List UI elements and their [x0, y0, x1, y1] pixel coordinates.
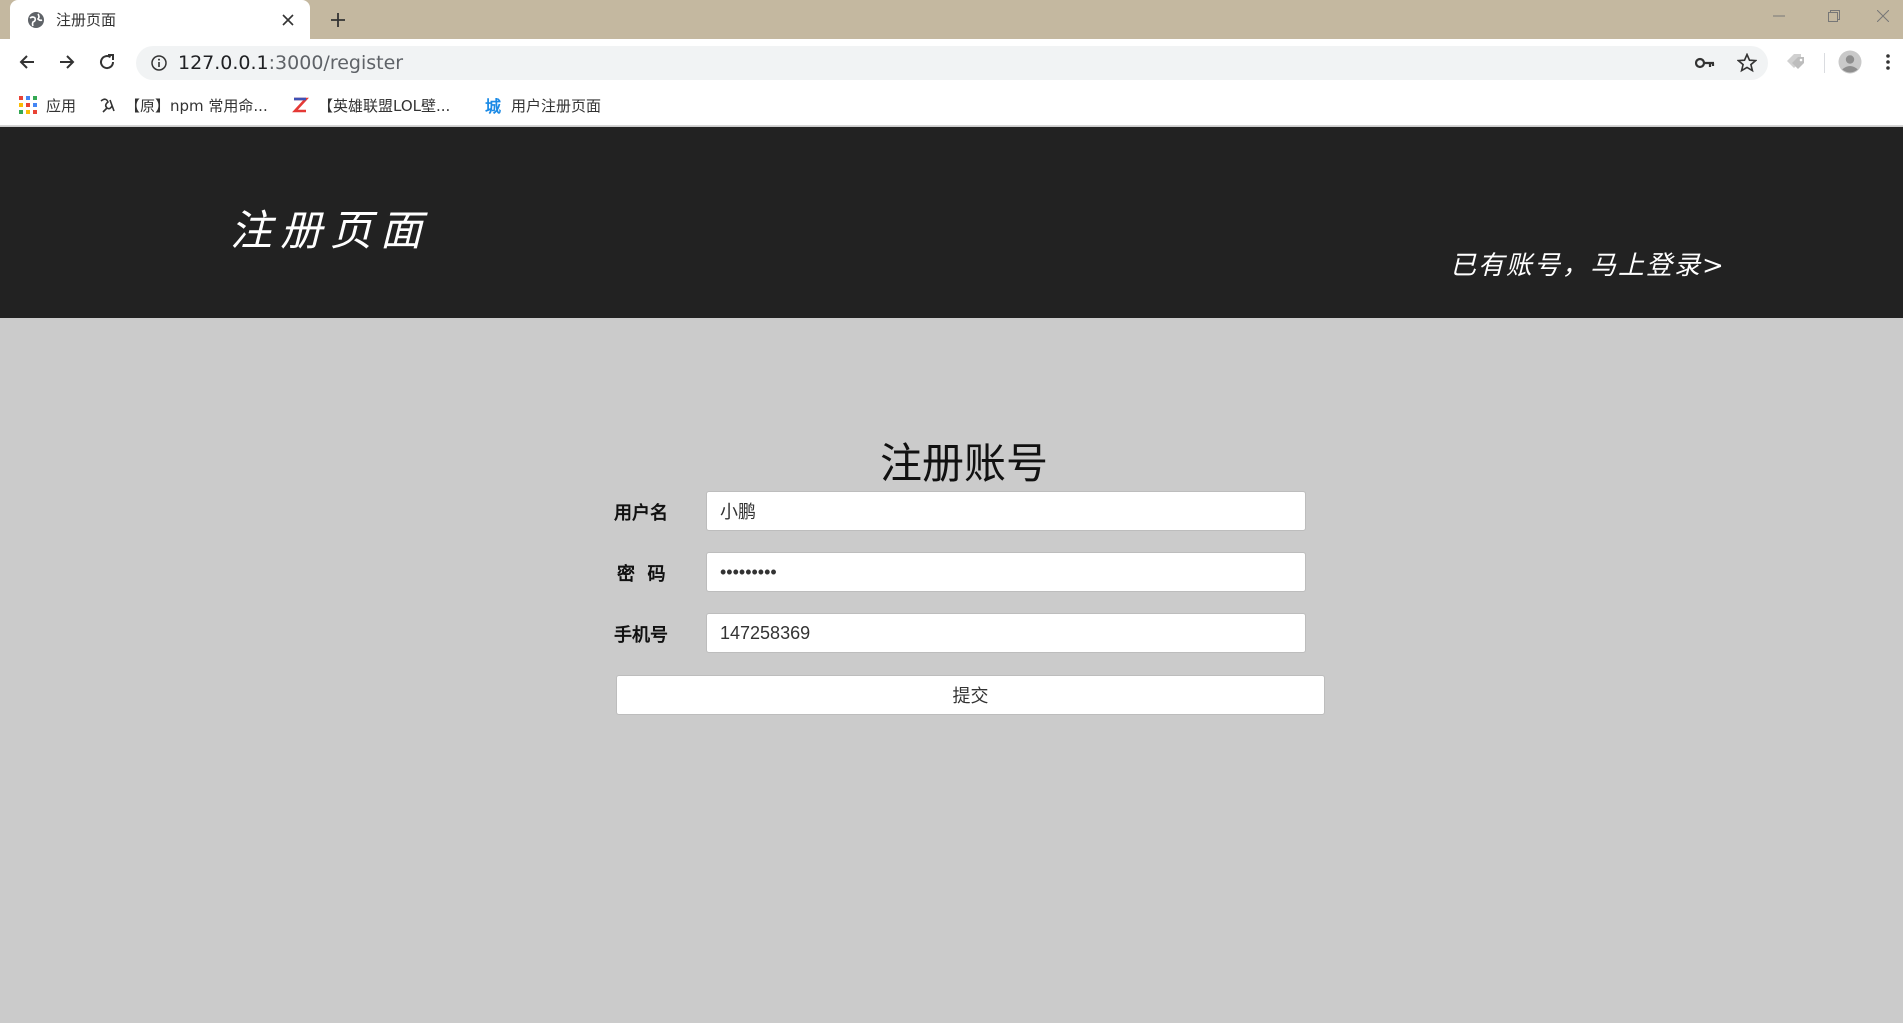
bookmark-apps[interactable]: 应用: [18, 93, 76, 117]
back-icon[interactable]: [11, 46, 43, 78]
password-input[interactable]: [706, 552, 1306, 592]
city-char-icon: 城: [484, 97, 501, 116]
close-window-icon[interactable]: [1862, 0, 1903, 32]
bookmark-label: 【原】npm 常用命...: [125, 96, 268, 115]
url-host: 127.0.0.1: [178, 52, 269, 74]
reload-icon[interactable]: [91, 46, 123, 78]
key-icon[interactable]: [1690, 48, 1720, 78]
username-input[interactable]: [706, 491, 1306, 531]
username-label: 用户名: [614, 503, 668, 524]
menu-kebab-icon[interactable]: [1876, 46, 1900, 78]
address-bar[interactable]: 127.0.0.1:3000/register: [136, 46, 1768, 80]
extension-tag-icon[interactable]: [1780, 46, 1812, 78]
hand-drawn-icon: [97, 95, 117, 115]
password-label: 密 码: [617, 564, 666, 585]
tab-strip: 注册页面: [0, 0, 1903, 39]
tab-title: 注册页面: [56, 11, 117, 29]
browser-tab[interactable]: 注册页面: [10, 0, 310, 39]
toolbar-divider: [1824, 53, 1825, 73]
apps-grid-icon: [18, 95, 38, 115]
login-link[interactable]: 已有账号，马上登录>: [1450, 245, 1726, 282]
submit-button[interactable]: 提交: [616, 675, 1325, 715]
forward-icon[interactable]: [51, 46, 83, 78]
star-icon[interactable]: [1732, 48, 1762, 78]
close-tab-icon[interactable]: [278, 10, 298, 30]
url-text: 127.0.0.1:3000/register: [178, 52, 403, 74]
bookmark-lol-wallpaper[interactable]: 【英雄联盟LOL壁...: [290, 93, 450, 117]
new-tab-button[interactable]: [324, 6, 352, 34]
site-title: 注册页面: [230, 206, 431, 255]
phone-label: 手机号: [614, 625, 668, 646]
phone-input[interactable]: [706, 613, 1306, 653]
minimize-icon[interactable]: [1751, 0, 1807, 32]
bookmark-register-page[interactable]: 城 用户注册页面: [483, 93, 601, 117]
globe-icon: [26, 10, 46, 30]
bookmark-label: 【英雄联盟LOL壁...: [318, 96, 451, 115]
bookmark-label: 用户注册页面: [511, 96, 602, 115]
profile-avatar-icon[interactable]: [1834, 46, 1866, 78]
form-heading: 注册账号: [880, 439, 1049, 488]
bookmark-label: 应用: [46, 96, 77, 115]
bookmarks-bar: 应用 【原】npm 常用命... 【英雄联盟LOL壁... 城 用户注册页面: [0, 85, 1903, 126]
bookmark-npm[interactable]: 【原】npm 常用命...: [97, 93, 268, 117]
z-logo-icon: [290, 95, 310, 115]
url-path: :3000/register: [268, 52, 404, 74]
restore-icon[interactable]: [1806, 0, 1862, 32]
browser-toolbar: 127.0.0.1:3000/register: [0, 39, 1903, 85]
site-info-icon[interactable]: [142, 46, 176, 80]
page-header: 注册页面 已有账号，马上登录>: [0, 127, 1903, 318]
